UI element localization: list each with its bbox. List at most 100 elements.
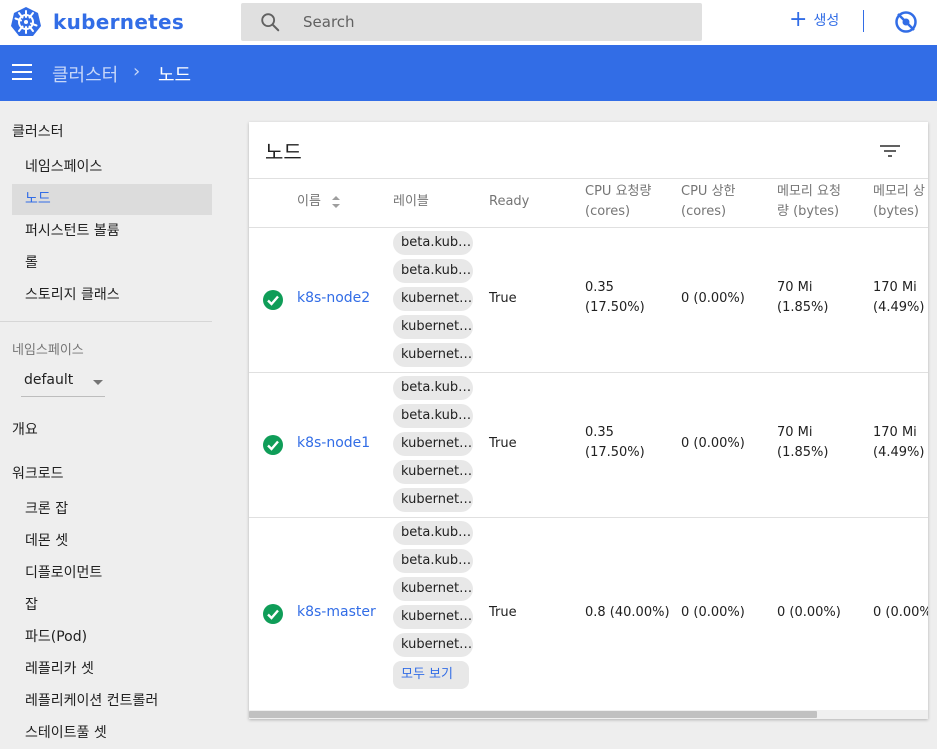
- cpu-limits: 0 (0.00%): [681, 291, 745, 306]
- breadcrumb-parent[interactable]: 클러스터: [52, 61, 118, 87]
- label-chip[interactable]: kubernete...: [393, 488, 473, 512]
- search-input[interactable]: [303, 11, 683, 33]
- filter-icon[interactable]: [879, 142, 901, 160]
- breadcrumb-separator: ›: [133, 61, 141, 82]
- label-chip[interactable]: beta.kuber...: [393, 231, 473, 255]
- plus-icon: +: [789, 7, 808, 32]
- label-chip[interactable]: kubernete...: [393, 343, 473, 367]
- sort-icon[interactable]: [331, 195, 341, 209]
- card-title: 노드: [265, 140, 302, 164]
- column-header-memory-limits: 메모리 상 (bytes): [873, 182, 925, 222]
- memory-requests-value: 70 Mi: [777, 425, 813, 440]
- sidebar-item-pods[interactable]: 파드(Pod): [12, 622, 212, 653]
- visibility-off-icon[interactable]: [894, 10, 918, 34]
- check-circle-icon: [263, 290, 283, 310]
- show-all-labels-button[interactable]: 모두 보기: [393, 661, 469, 689]
- memory-limits: 170 Mi (4.49%): [873, 423, 924, 463]
- create-button[interactable]: + 생성: [789, 8, 839, 32]
- sidebar: 클러스터 네임스페이스 노드 퍼시스턴트 볼륨 롤 스토리지 클래스 네임스페이…: [0, 101, 225, 742]
- top-bar: kubernetes + 생성: [0, 0, 937, 45]
- cpu-requests-percent: (17.50%): [585, 445, 645, 460]
- cpu-limits: 0 (0.00%): [681, 605, 745, 620]
- label-chip[interactable]: beta.kuber...: [393, 404, 473, 428]
- column-header-unit: 량 (bytes): [777, 204, 840, 219]
- sidebar-item-nodes[interactable]: 노드: [12, 184, 212, 215]
- sidebar-item-replica-sets[interactable]: 레플리카 셋: [12, 654, 212, 685]
- sidebar-item-cron-jobs[interactable]: 크론 잡: [12, 494, 212, 525]
- memory-limits-percent: (4.49%): [873, 445, 925, 460]
- sidebar-item-persistent-volumes[interactable]: 퍼시스턴트 볼륨: [12, 216, 212, 247]
- sidebar-item-stateful-sets[interactable]: 스테이트풀 셋: [12, 718, 212, 749]
- sidebar-item-roles[interactable]: 롤: [12, 248, 212, 279]
- kubernetes-logo-icon[interactable]: [10, 6, 42, 38]
- sidebar-item-daemon-sets[interactable]: 데몬 셋: [12, 526, 212, 557]
- brand-title[interactable]: kubernetes: [53, 10, 184, 34]
- label-chip[interactable]: kubernete...: [393, 605, 473, 629]
- sidebar-section-workloads[interactable]: 워크로드: [12, 463, 64, 483]
- table-row[interactable]: k8s-master beta.kuber... beta.kuber... k…: [249, 518, 928, 710]
- label-chip[interactable]: beta.kuber...: [393, 259, 473, 283]
- label-list: beta.kuber... beta.kuber... kubernete...…: [393, 521, 483, 689]
- sidebar-item-jobs[interactable]: 잡: [12, 590, 212, 621]
- label-chip[interactable]: beta.kuber...: [393, 376, 473, 400]
- column-header-unit: (cores): [585, 204, 631, 219]
- create-label: 생성: [813, 13, 840, 29]
- sidebar-section-cluster[interactable]: 클러스터: [12, 121, 64, 141]
- memory-limits: 170 Mi (4.49%): [873, 278, 924, 318]
- ready-status: True: [489, 436, 517, 451]
- label-chip[interactable]: kubernete...: [393, 577, 473, 601]
- column-header-ready: Ready: [489, 194, 530, 209]
- node-name-link[interactable]: k8s-node1: [297, 435, 370, 451]
- label-chip[interactable]: beta.kuber...: [393, 549, 473, 573]
- sidebar-item-overview[interactable]: 개요: [12, 419, 38, 439]
- column-header-unit: (cores): [681, 204, 727, 219]
- table-row[interactable]: k8s-node2 beta.kuber... beta.kuber... ku…: [249, 228, 928, 373]
- cpu-requests: 0.8 (40.00%): [585, 605, 670, 620]
- column-header-line: CPU 상한: [681, 184, 736, 199]
- horizontal-scrollbar[interactable]: [249, 710, 928, 719]
- page-header: 클러스터 › 노드: [0, 45, 937, 101]
- column-header-labels: 레이블: [393, 194, 429, 209]
- label-list: beta.kuber... beta.kuber... kubernete...…: [393, 231, 483, 371]
- namespace-value: default: [24, 372, 74, 388]
- column-header-memory-requests: 메모리 요청 량 (bytes): [777, 182, 841, 222]
- label-chip[interactable]: kubernete...: [393, 315, 473, 339]
- cpu-limits: 0 (0.00%): [681, 436, 745, 451]
- ready-status: True: [489, 291, 517, 306]
- node-name-link[interactable]: k8s-node2: [297, 290, 370, 306]
- memory-limits: 0 (0.00%: [873, 605, 928, 620]
- sidebar-item-storage-classes[interactable]: 스토리지 클래스: [12, 280, 212, 311]
- memory-requests-percent: (1.85%): [777, 300, 829, 315]
- label-chip[interactable]: kubernete...: [393, 633, 473, 657]
- column-header-cpu-requests: CPU 요청량 (cores): [585, 182, 651, 222]
- sidebar-item-replication-controllers[interactable]: 레플리케이션 컨트롤러: [12, 686, 212, 717]
- cpu-requests: 0.35 (17.50%): [585, 278, 645, 318]
- memory-requests: 0 (0.00%): [777, 605, 841, 620]
- label-chip[interactable]: kubernete...: [393, 460, 473, 484]
- memory-limits-value: 170 Mi: [873, 425, 917, 440]
- sidebar-item-namespaces[interactable]: 네임스페이스: [12, 152, 212, 183]
- node-name-link[interactable]: k8s-master: [297, 604, 376, 620]
- nodes-card: 노드 이름 레이블 Ready CPU 요청량 (cores) CPU 상한 (…: [249, 122, 928, 719]
- table-header: 이름 레이블 Ready CPU 요청량 (cores) CPU 상한 (cor…: [249, 178, 928, 228]
- cpu-requests: 0.35 (17.50%): [585, 423, 645, 463]
- column-header-line: CPU 요청량: [585, 184, 652, 199]
- column-header-name[interactable]: 이름: [297, 192, 341, 212]
- check-circle-icon: [263, 604, 283, 624]
- label-chip[interactable]: kubernete...: [393, 287, 473, 311]
- check-circle-icon: [263, 435, 283, 455]
- memory-requests: 70 Mi (1.85%): [777, 278, 828, 318]
- sidebar-item-deployments[interactable]: 디플로이먼트: [12, 558, 212, 589]
- menu-icon[interactable]: [12, 64, 32, 82]
- namespace-select[interactable]: default: [21, 367, 105, 397]
- table-row[interactable]: k8s-node1 beta.kuber... beta.kuber... ku…: [249, 373, 928, 518]
- search-bar[interactable]: [241, 3, 702, 41]
- scrollbar-thumb[interactable]: [249, 711, 817, 718]
- ready-status: True: [489, 605, 517, 620]
- column-header-unit: (bytes): [873, 204, 919, 219]
- label-chip[interactable]: kubernete...: [393, 432, 473, 456]
- cpu-requests-percent: (17.50%): [585, 300, 645, 315]
- cpu-requests-value: 0.35: [585, 425, 614, 440]
- search-icon: [261, 13, 280, 32]
- label-chip[interactable]: beta.kuber...: [393, 521, 473, 545]
